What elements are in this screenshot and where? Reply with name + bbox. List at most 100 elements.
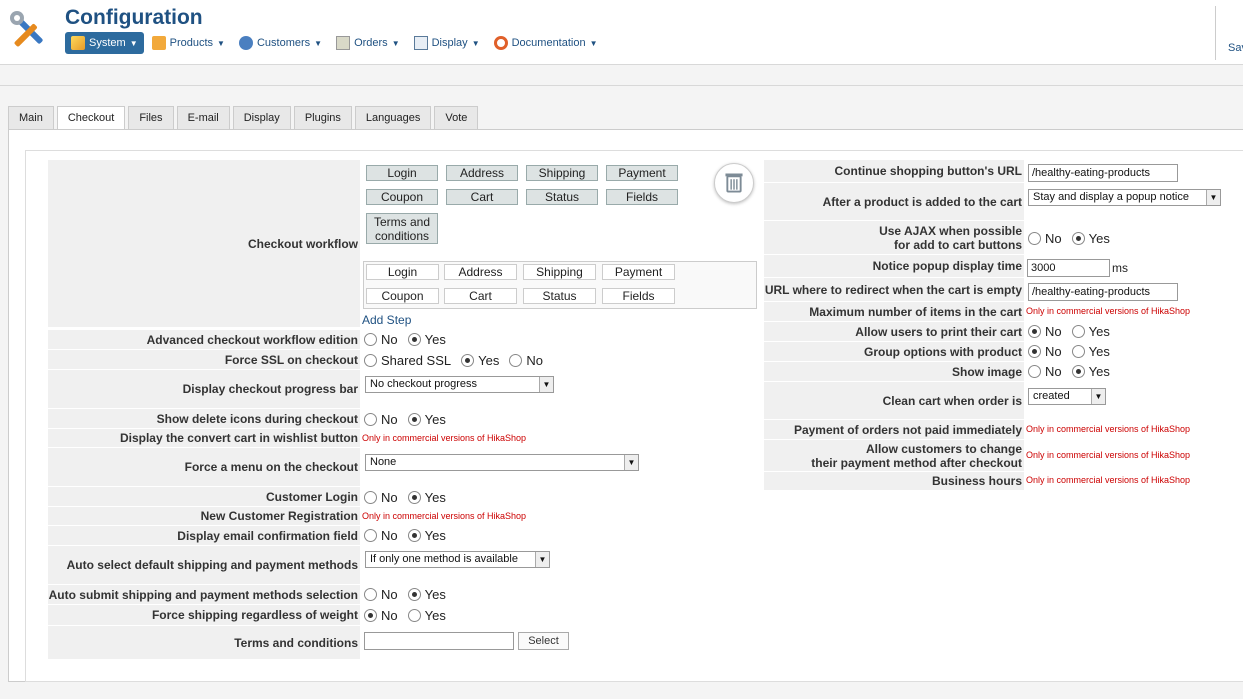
email-confirm-no[interactable]: No: [364, 528, 398, 543]
workflow-step-address[interactable]: Address: [446, 165, 518, 181]
workflow-step-coupon[interactable]: Coupon: [366, 189, 438, 205]
top-menu: System ▼ Products ▼ Customers ▼ Orders ▼…: [65, 32, 606, 54]
radio-label: No: [381, 332, 398, 347]
redirect-url-input[interactable]: /healthy-eating-products: [1028, 283, 1178, 301]
radio-icon: [364, 333, 377, 346]
progress-bar-select[interactable]: No checkout progress ▼: [365, 376, 554, 393]
email-confirm-yes[interactable]: Yes: [407, 528, 446, 543]
force-ssl-no[interactable]: No: [509, 353, 543, 368]
tab-languages[interactable]: Languages: [354, 106, 432, 129]
radio-label: No: [381, 608, 398, 623]
workflow-step-shipping[interactable]: Shipping: [526, 165, 598, 181]
add-step-link[interactable]: Add Step: [362, 313, 411, 327]
new-step-payment[interactable]: Payment: [602, 264, 675, 280]
chevron-down-icon: ▼: [391, 38, 400, 48]
tab-email[interactable]: E-mail: [176, 106, 230, 129]
group-options-options: No Yes: [1028, 342, 1120, 361]
menu-system[interactable]: System ▼: [65, 32, 144, 54]
print-cart-yes[interactable]: Yes: [1071, 324, 1110, 339]
new-step-shipping[interactable]: Shipping: [523, 264, 596, 280]
force-shipping-yes[interactable]: Yes: [407, 608, 446, 623]
tab-plugins[interactable]: Plugins: [293, 106, 352, 129]
ajax-yes[interactable]: Yes: [1071, 231, 1110, 246]
tab-main[interactable]: Main: [8, 106, 54, 129]
radio-icon: [364, 354, 377, 367]
tab-checkout[interactable]: Checkout: [56, 106, 126, 130]
radio-icon: [407, 609, 421, 622]
auto-submit-options: No Yes: [364, 585, 456, 604]
menu-documentation[interactable]: Documentation ▼: [488, 32, 604, 54]
redirect-url-label: URL where to redirect when the cart is e…: [764, 278, 1024, 301]
show-image-no[interactable]: No: [1028, 364, 1062, 379]
group-options-no[interactable]: No: [1028, 344, 1062, 359]
auto-select-select[interactable]: If only one method is available ▼: [365, 551, 550, 568]
workflow-step-cart[interactable]: Cart: [446, 189, 518, 205]
clean-cart-value: created: [1033, 390, 1070, 402]
delete-icons-options: No Yes: [364, 410, 456, 429]
new-step-login[interactable]: Login: [366, 264, 439, 280]
tab-files[interactable]: Files: [128, 106, 174, 129]
menu-products[interactable]: Products ▼: [146, 32, 231, 54]
advanced-workflow-no[interactable]: No: [364, 332, 398, 347]
progress-bar-label: Display checkout progress bar: [48, 370, 360, 408]
auto-submit-yes[interactable]: Yes: [407, 587, 446, 602]
tab-vote[interactable]: Vote: [434, 106, 479, 129]
workflow-step-status[interactable]: Status: [526, 189, 598, 205]
radio-label: Shared SSL: [381, 353, 452, 368]
workflow-step-payment[interactable]: Payment: [606, 165, 678, 181]
advanced-workflow-yes[interactable]: Yes: [407, 332, 446, 347]
auto-submit-label: Auto submit shipping and payment methods…: [48, 585, 360, 604]
delete-icons-no[interactable]: No: [364, 412, 398, 427]
customer-login-no[interactable]: No: [364, 490, 398, 505]
radio-icon: [1028, 345, 1041, 358]
force-shipping-no[interactable]: No: [364, 608, 398, 623]
notice-time-input[interactable]: 3000: [1027, 259, 1110, 277]
after-add-select[interactable]: Stay and display a popup notice ▼: [1028, 189, 1221, 206]
radio-icon: [407, 491, 421, 504]
chevron-down-icon: ▼: [217, 38, 225, 48]
radio-icon: [407, 588, 421, 601]
clean-cart-select[interactable]: created ▼: [1028, 388, 1106, 405]
tab-display[interactable]: Display: [232, 106, 291, 129]
notice-time-unit: ms: [1112, 261, 1128, 275]
chevron-down-icon: ▼: [535, 552, 549, 567]
force-shipping-label: Force shipping regardless of weight: [48, 605, 360, 625]
force-menu-select[interactable]: None ▼: [365, 454, 639, 471]
radio-label: No: [1045, 324, 1062, 339]
group-options-label: Group options with product: [764, 342, 1024, 361]
force-ssl-shared[interactable]: Shared SSL: [364, 353, 451, 368]
terms-input[interactable]: [364, 632, 514, 650]
terms-label: Terms and conditions: [48, 626, 360, 659]
menu-customers-label: Customers: [256, 37, 311, 49]
new-step-address[interactable]: Address: [444, 264, 517, 280]
show-image-yes[interactable]: Yes: [1071, 364, 1110, 379]
workflow-step-fields[interactable]: Fields: [606, 189, 678, 205]
page-header: Configuration System ▼ Products ▼ Custom…: [0, 0, 1243, 65]
new-step-cart[interactable]: Cart: [444, 288, 517, 304]
delete-icons-yes[interactable]: Yes: [407, 412, 446, 427]
customer-login-yes[interactable]: Yes: [407, 490, 446, 505]
new-step-status[interactable]: Status: [523, 288, 596, 304]
terms-select-button[interactable]: Select: [518, 632, 569, 650]
force-ssl-yes[interactable]: Yes: [461, 353, 499, 368]
group-options-yes[interactable]: Yes: [1071, 344, 1110, 359]
workflow-step-login[interactable]: Login: [366, 165, 438, 181]
force-ssl-label: Force SSL on checkout: [48, 350, 360, 369]
radio-icon: [1028, 232, 1041, 245]
new-step-fields[interactable]: Fields: [602, 288, 675, 304]
new-step-coupon[interactable]: Coupon: [366, 288, 439, 304]
radio-icon: [1071, 365, 1085, 378]
continue-url-input[interactable]: /healthy-eating-products: [1028, 164, 1178, 182]
menu-display[interactable]: Display ▼: [408, 32, 486, 54]
print-cart-no[interactable]: No: [1028, 324, 1062, 339]
radio-icon: [509, 354, 523, 367]
auto-submit-no[interactable]: No: [364, 587, 398, 602]
menu-customers[interactable]: Customers ▼: [233, 32, 328, 54]
ajax-no[interactable]: No: [1028, 231, 1062, 246]
menu-orders[interactable]: Orders ▼: [330, 32, 406, 54]
trash-button[interactable]: [714, 163, 754, 203]
workflow-step-terms[interactable]: Terms and conditions: [366, 213, 438, 244]
lifebuoy-icon: [493, 36, 508, 50]
users-icon: [238, 36, 253, 50]
save-button[interactable]: Sav: [1215, 6, 1243, 60]
